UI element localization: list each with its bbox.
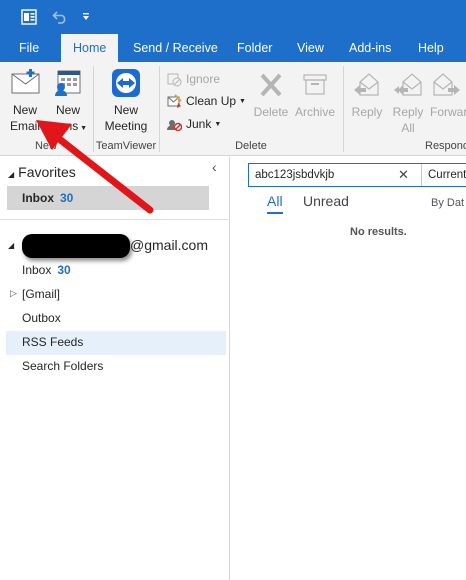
archive-icon [303,74,327,95]
new-meeting-button[interactable]: New Meeting [98,68,154,134]
folder-inbox-count: 30 [57,263,71,277]
folder-pane: ◢ Favorites ‹ Inbox 30 ◢ @gmail.com Inbox 3… [0,157,230,580]
tab-add-ins[interactable]: Add-ins [349,34,391,62]
junk-dropdown-icon: ▼ [214,120,222,128]
collapse-pane-icon[interactable]: ‹ [212,159,217,175]
customize-quick-access-icon[interactable] [80,8,92,26]
ribbon-tab-bar: File Home Send / Receive Folder View Add… [0,34,466,62]
new-meeting-label-1: New [113,103,138,117]
junk-label: Junk [186,117,212,131]
tab-file[interactable]: File [19,34,39,62]
reply-all-label-2: All [401,121,415,135]
new-items-label-1: New [55,103,80,117]
favorites-collapse-icon: ◢ [8,170,15,179]
junk-button[interactable]: Junk ▼ [166,114,221,134]
teamviewer-icon [112,69,140,97]
delete-label: Delete [253,105,289,119]
new-email-label-2: Email [9,119,40,133]
new-meeting-label-2: Meeting [104,119,148,133]
folder-item-rss-feeds[interactable]: RSS Feeds [22,335,83,349]
folder-inbox-label: Inbox [22,263,52,277]
reply-icon [354,73,379,96]
folder-item-search-folders[interactable]: Search Folders [22,359,103,373]
new-email-label-1: New [12,103,37,117]
folder-item-inbox[interactable]: Inbox 30 [22,263,71,277]
junk-icon [167,120,182,132]
ignore-button[interactable]: Ignore [166,69,220,89]
clean-up-button[interactable]: Clean Up ▼ [166,91,246,111]
group-separator [343,66,344,152]
new-items-label-2-text: Items [48,119,79,133]
outlook-app-icon[interactable] [20,8,38,26]
clean-up-icon [167,94,182,108]
account-collapse-icon[interactable]: ◢ [8,241,14,250]
filter-all-tab[interactable]: All [267,193,283,214]
group-label-delete: Delete [235,140,267,152]
filter-unread-tab[interactable]: Unread [303,193,349,209]
clear-search-icon[interactable]: ✕ [398,167,409,183]
tab-help[interactable]: Help [418,34,444,62]
group-label-new: New [34,140,57,152]
folder-item-gmail[interactable]: [Gmail] [22,287,60,301]
new-email-icon [11,69,40,94]
favorites-label: Favorites [18,164,76,180]
reply-all-button[interactable]: Reply All [388,70,428,136]
reply-all-icon [394,73,422,96]
favorite-inbox-label: Inbox [22,191,54,205]
tab-send-receive[interactable]: Send / Receive [133,34,218,62]
forward-icon [433,73,460,96]
forward-button[interactable]: Forwar [430,70,466,120]
reply-button[interactable]: Reply [347,70,387,120]
divider [0,219,230,220]
archive-button[interactable]: Archive [292,70,338,120]
new-items-icon [55,70,81,96]
new-items-dropdown-icon: ▼ [78,125,88,132]
title-bar [0,0,466,34]
folder-item-outbox[interactable]: Outbox [22,311,61,325]
tab-home[interactable]: Home [61,34,119,62]
clean-up-label: Clean Up [186,94,237,108]
delete-x-icon [260,73,282,97]
no-results-message: No results. [350,226,407,238]
gmail-expand-icon[interactable]: ▷ [10,288,17,299]
group-label-respond: Respond [425,140,466,152]
reply-all-label-1: Reply [392,105,424,119]
ribbon-home: New Email New Items ▼ New New Meeting Te… [0,62,466,156]
clean-up-dropdown-icon: ▼ [239,97,246,105]
new-email-button[interactable]: New Email [5,68,45,134]
forward-label: Forwar [430,105,466,119]
delete-button[interactable]: Delete [250,70,292,120]
redacted-account-name [22,234,130,258]
tab-view[interactable]: View [297,34,324,62]
sort-by-dropdown[interactable]: By Dat [431,197,464,209]
favorite-inbox-item[interactable]: Inbox 30 [22,191,73,205]
search-input[interactable] [255,167,395,183]
search-scope-dropdown[interactable]: Current [421,164,466,186]
favorite-inbox-count: 30 [60,191,74,205]
tab-folder[interactable]: Folder [237,34,272,62]
new-items-button[interactable]: New Items ▼ [48,68,88,137]
ignore-label: Ignore [186,72,221,86]
undo-icon[interactable] [52,8,68,26]
group-label-teamviewer: TeamViewer [95,140,157,152]
new-items-label-2: Items ▼ [48,118,88,137]
ignore-icon [167,73,182,87]
reply-label: Reply [351,105,383,119]
favorites-header[interactable]: ◢ Favorites [8,164,76,180]
archive-label: Archive [294,105,335,119]
account-email-suffix[interactable]: @gmail.com [130,237,208,253]
